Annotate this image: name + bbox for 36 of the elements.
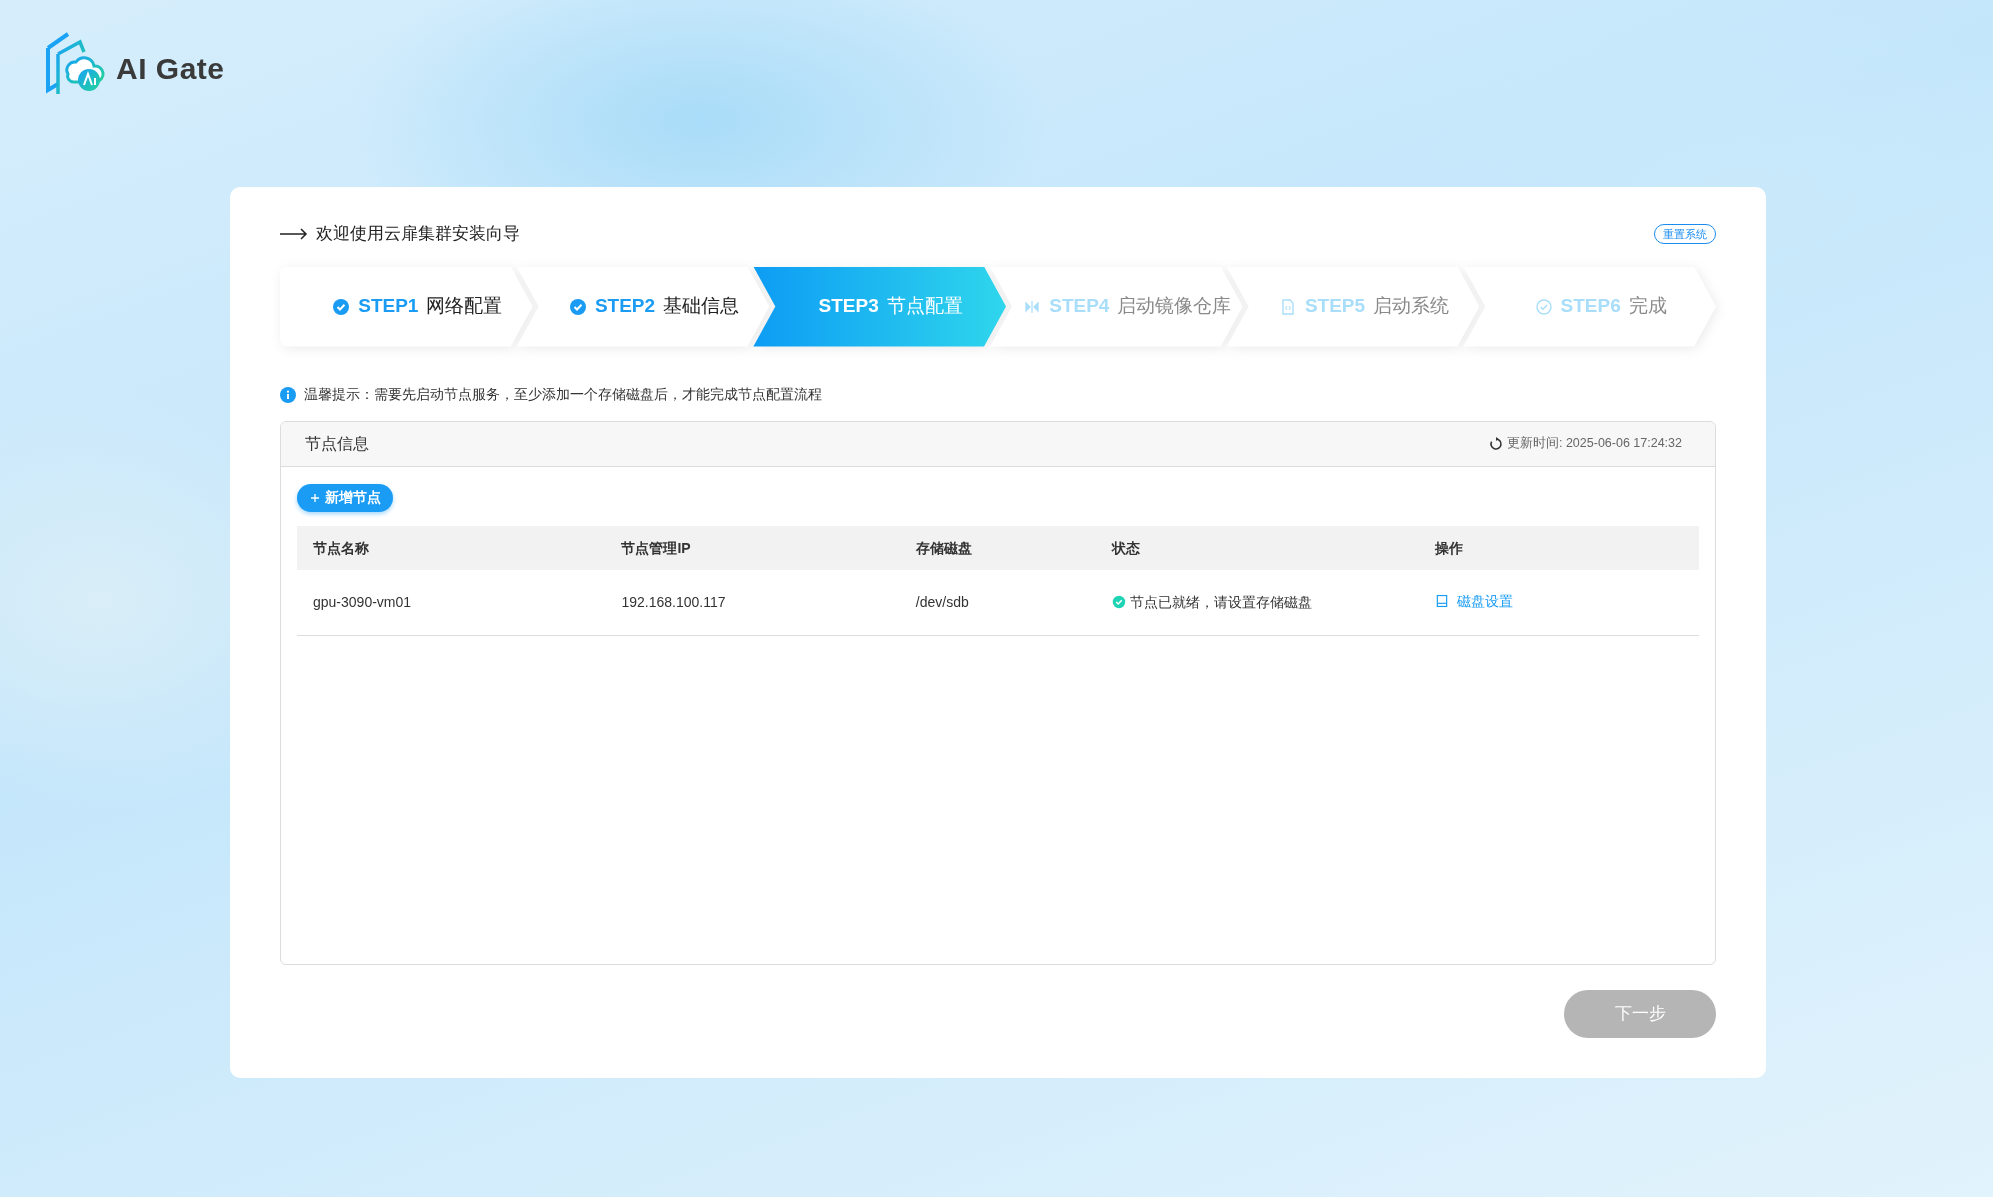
- column-header: 操作: [1418, 526, 1699, 570]
- column-header: 节点名称: [297, 526, 606, 570]
- check-circle-icon: [568, 297, 587, 316]
- arrow-icon: [280, 227, 308, 240]
- status-text: 节点已就绪，请设置存储磁盘: [1130, 592, 1313, 612]
- step-number: STEP6: [1560, 295, 1621, 317]
- step-label: 启动系统: [1373, 295, 1450, 317]
- check-circle-icon: [332, 297, 351, 316]
- plus-icon: [309, 491, 321, 504]
- table-cell: /dev/sdb: [899, 570, 1097, 635]
- refresh-icon[interactable]: [1488, 436, 1503, 451]
- step-label: 完成: [1628, 295, 1667, 317]
- step-number: STEP5: [1304, 295, 1366, 317]
- reset-button[interactable]: 重置系统: [1654, 223, 1716, 244]
- update-time: 更新时间: 2025-06-06 17:24:32: [1506, 435, 1682, 453]
- step-number: STEP2: [594, 295, 656, 317]
- disk-settings-link[interactable]: 磁盘设置: [1434, 590, 1513, 612]
- column-header: 存储磁盘: [899, 526, 1097, 570]
- panel-title: 节点信息: [305, 433, 369, 454]
- check-circle-icon: [1534, 297, 1553, 316]
- column-header: 节点管理IP: [605, 526, 900, 570]
- table-cell: 192.168.100.117: [605, 570, 900, 635]
- add-node-button[interactable]: 新增节点: [297, 483, 393, 512]
- column-header: 状态: [1096, 526, 1419, 570]
- step-label: 网络配置: [426, 295, 503, 317]
- table-cell: gpu-3090-vm01: [297, 570, 606, 635]
- brand-name: AI Gate: [116, 51, 225, 87]
- wizard-title: 欢迎使用云扉集群安装向导: [316, 223, 520, 245]
- step-number: STEP4: [1049, 295, 1110, 317]
- step-number: STEP1: [358, 295, 419, 317]
- hint-text: 温馨提示：需要先启动节点服务，至少添加一个存储磁盘后，才能完成节点配置流程: [304, 385, 822, 404]
- step-label: 基础信息: [663, 295, 740, 317]
- step-label: 节点配置: [886, 295, 963, 317]
- step-label: 启动镜像仓库: [1117, 295, 1232, 317]
- step-number: STEP3: [818, 295, 879, 317]
- info-icon: [280, 386, 296, 403]
